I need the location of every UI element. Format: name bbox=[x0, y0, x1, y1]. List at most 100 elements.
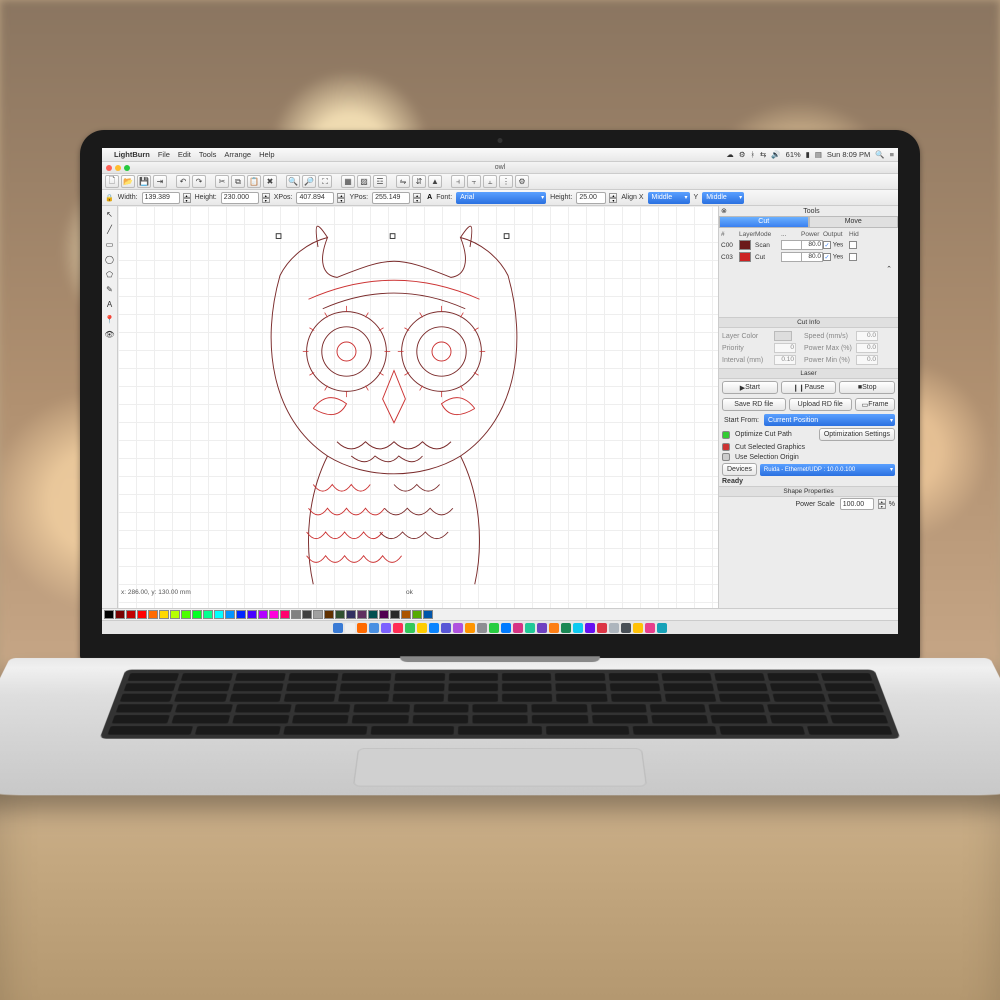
palette-swatch[interactable] bbox=[302, 610, 312, 619]
cut-selected-toggle[interactable] bbox=[722, 443, 730, 451]
dock-app-icon[interactable] bbox=[393, 623, 403, 633]
save-file-button[interactable]: 💾 bbox=[137, 175, 151, 188]
start-from-dropdown[interactable]: Current Position bbox=[764, 414, 895, 426]
width-field[interactable]: 139.389 bbox=[142, 192, 180, 204]
dock-app-icon[interactable] bbox=[357, 623, 367, 633]
polygon-tool[interactable]: ⬠ bbox=[103, 268, 116, 281]
cloud-icon[interactable]: ☁ bbox=[726, 150, 734, 159]
line-tool[interactable]: ╱ bbox=[103, 223, 116, 236]
palette-swatch[interactable] bbox=[401, 610, 411, 619]
palette-swatch[interactable] bbox=[379, 610, 389, 619]
dock-app-icon[interactable] bbox=[441, 623, 451, 633]
palette-swatch[interactable] bbox=[368, 610, 378, 619]
layer-swatch[interactable] bbox=[739, 240, 751, 250]
menu-tools[interactable]: Tools bbox=[199, 150, 217, 159]
width-stepper[interactable]: ▴▾ bbox=[183, 193, 191, 203]
ypos-stepper[interactable]: ▴▾ bbox=[413, 193, 421, 203]
notification-icon[interactable]: ≡ bbox=[890, 150, 894, 159]
dock-app-icon[interactable] bbox=[453, 623, 463, 633]
upload-rd-button[interactable]: Upload RD file bbox=[789, 398, 853, 411]
edit-nodes-tool[interactable]: ✎ bbox=[103, 283, 116, 296]
bluetooth-icon[interactable]: ᚼ bbox=[751, 150, 756, 159]
menu-help[interactable]: Help bbox=[259, 150, 274, 159]
xpos-field[interactable]: 407.894 bbox=[296, 192, 334, 204]
layer-swatch[interactable] bbox=[739, 252, 751, 262]
start-button[interactable]: ▶ Start bbox=[722, 381, 778, 394]
dock-app-icon[interactable] bbox=[657, 623, 667, 633]
palette-swatch[interactable] bbox=[346, 610, 356, 619]
dock-app-icon[interactable] bbox=[501, 623, 511, 633]
palette-swatch[interactable] bbox=[148, 610, 158, 619]
power-scale-stepper[interactable]: ▴▾ bbox=[878, 499, 886, 509]
zoom-out-button[interactable]: 🔎 bbox=[302, 175, 316, 188]
alignx-dropdown[interactable]: Middle bbox=[648, 192, 690, 204]
dock-app-icon[interactable] bbox=[429, 623, 439, 633]
bold-button[interactable]: A bbox=[427, 194, 432, 201]
tab-cut[interactable]: Cut bbox=[719, 216, 809, 228]
dock-app-icon[interactable] bbox=[573, 623, 583, 633]
height-field[interactable]: 230.000 bbox=[221, 192, 259, 204]
ungroup-button[interactable]: ▨ bbox=[357, 175, 371, 188]
palette-swatch[interactable] bbox=[423, 610, 433, 619]
align-button[interactable]: ☲ bbox=[373, 175, 387, 188]
palette-swatch[interactable] bbox=[269, 610, 279, 619]
hide-checkbox[interactable] bbox=[849, 253, 857, 261]
palette-swatch[interactable] bbox=[247, 610, 257, 619]
flip-button[interactable]: ▲ bbox=[428, 175, 442, 188]
font-height-field[interactable]: 25.00 bbox=[576, 192, 606, 204]
tab-move[interactable]: Move bbox=[809, 216, 899, 228]
menu-arrange[interactable]: Arrange bbox=[224, 150, 251, 159]
zoom-button[interactable] bbox=[124, 165, 130, 171]
dock-app-icon[interactable] bbox=[645, 623, 655, 633]
palette-swatch[interactable] bbox=[104, 610, 114, 619]
palette-swatch[interactable] bbox=[225, 610, 235, 619]
power-scale-field[interactable]: 100.00 bbox=[840, 498, 874, 510]
stop-button[interactable]: ■ Stop bbox=[839, 381, 895, 394]
dock-app-icon[interactable] bbox=[465, 623, 475, 633]
preview-tool[interactable]: 👁 bbox=[103, 328, 116, 341]
palette-swatch[interactable] bbox=[357, 610, 367, 619]
palette-swatch[interactable] bbox=[192, 610, 202, 619]
palette-swatch[interactable] bbox=[203, 610, 213, 619]
palette-swatch[interactable] bbox=[390, 610, 400, 619]
palette-swatch[interactable] bbox=[170, 610, 180, 619]
spotlight-icon[interactable]: 🔍 bbox=[875, 150, 884, 159]
dock-app-icon[interactable] bbox=[549, 623, 559, 633]
cut-button[interactable]: ✂ bbox=[215, 175, 229, 188]
palette-swatch[interactable] bbox=[159, 610, 169, 619]
new-file-button[interactable]: 🗋 bbox=[105, 175, 119, 188]
app-name[interactable]: LightBurn bbox=[114, 150, 150, 159]
palette-swatch[interactable] bbox=[115, 610, 125, 619]
group-button[interactable]: ▦ bbox=[341, 175, 355, 188]
palette-swatch[interactable] bbox=[214, 610, 224, 619]
dock-app-icon[interactable] bbox=[405, 623, 415, 633]
user-icon[interactable]: ⚙ bbox=[739, 150, 746, 159]
lock-icon[interactable]: 🔒 bbox=[105, 194, 114, 202]
open-file-button[interactable]: 📂 bbox=[121, 175, 135, 188]
save-rd-button[interactable]: Save RD file bbox=[722, 398, 786, 411]
dock-app-icon[interactable] bbox=[489, 623, 499, 633]
palette-swatch[interactable] bbox=[291, 610, 301, 619]
paste-button[interactable]: 📋 bbox=[247, 175, 261, 188]
dock-app-icon[interactable] bbox=[381, 623, 391, 633]
close-button[interactable] bbox=[106, 165, 112, 171]
collapse-icon[interactable]: ⌃ bbox=[886, 266, 892, 273]
palette-swatch[interactable] bbox=[258, 610, 268, 619]
delete-button[interactable]: ✖ bbox=[263, 175, 277, 188]
palette-swatch[interactable] bbox=[324, 610, 334, 619]
dock-app-icon[interactable] bbox=[525, 623, 535, 633]
optimize-toggle[interactable] bbox=[722, 431, 730, 439]
align-center-button[interactable]: ⫟ bbox=[467, 175, 481, 188]
palette-swatch[interactable] bbox=[181, 610, 191, 619]
layer-row[interactable]: C03 Cut 80.0 ✓ Yes bbox=[721, 251, 896, 263]
output-checkbox[interactable]: ✓ bbox=[823, 241, 831, 249]
dock-app-icon[interactable] bbox=[369, 623, 379, 633]
palette-swatch[interactable] bbox=[236, 610, 246, 619]
battery-icon[interactable]: ▮ bbox=[806, 150, 810, 159]
layer-row[interactable]: C00 Scan 80.0 ✓ Yes bbox=[721, 239, 896, 251]
dock-app-icon[interactable] bbox=[621, 623, 631, 633]
redo-button[interactable]: ↷ bbox=[192, 175, 206, 188]
dock-app-icon[interactable] bbox=[561, 623, 571, 633]
dock-app-icon[interactable] bbox=[609, 623, 619, 633]
text-tool[interactable]: A bbox=[103, 298, 116, 311]
